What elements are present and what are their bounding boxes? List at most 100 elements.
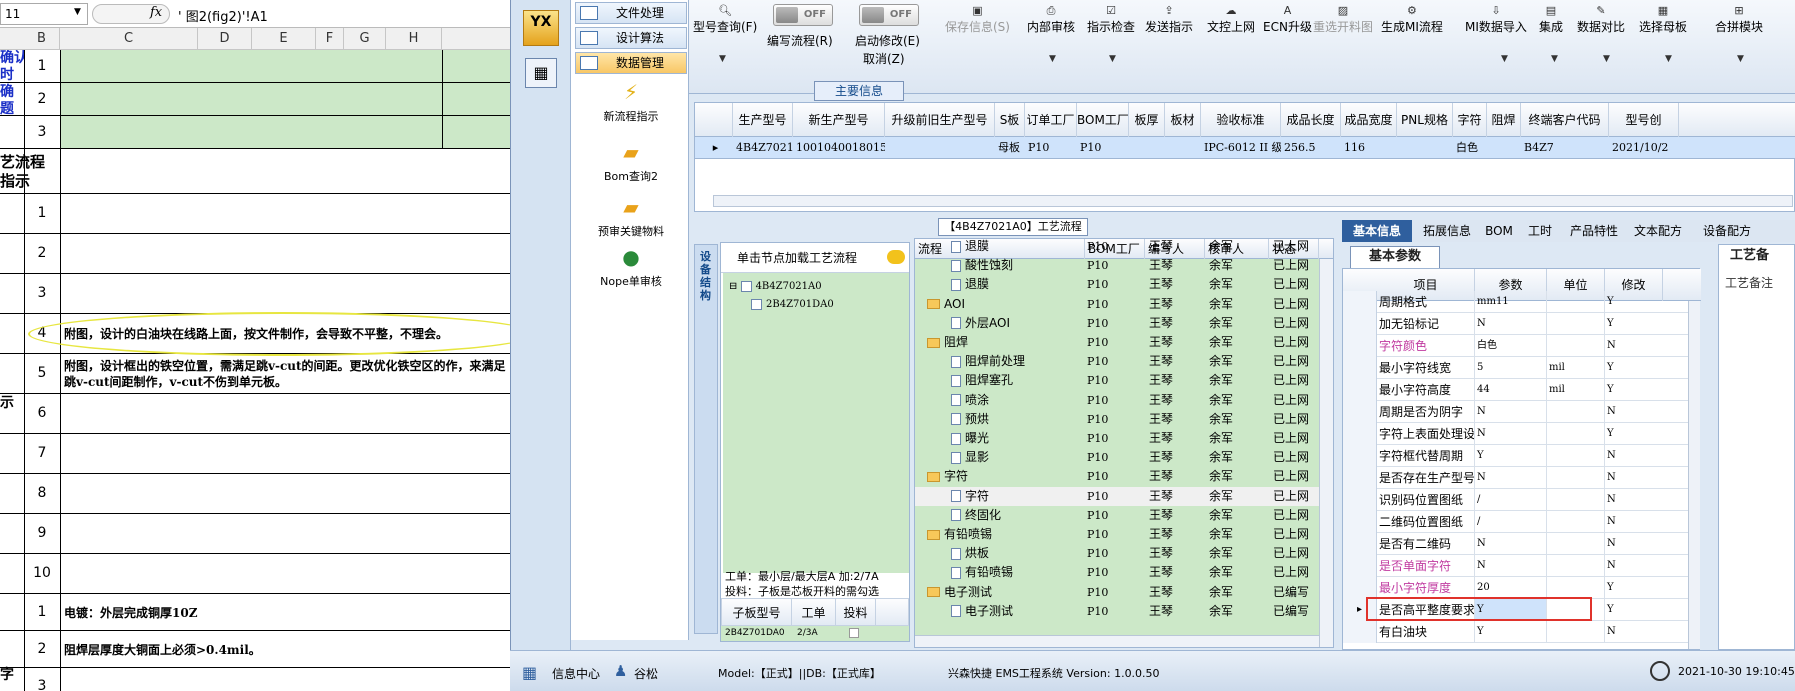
param-value[interactable]: 44 bbox=[1475, 379, 1547, 401]
param-value[interactable]: N bbox=[1475, 401, 1547, 423]
column-header[interactable]: 终端客户代码 bbox=[1521, 103, 1609, 137]
param-value[interactable]: 白色 bbox=[1475, 335, 1547, 357]
tab-5[interactable]: 文本配方 bbox=[1626, 220, 1690, 242]
column-header[interactable]: 新生产型号 bbox=[793, 103, 885, 137]
column-header[interactable]: 成品长度 bbox=[1281, 103, 1341, 137]
grid-cell[interactable]: P10 bbox=[1077, 137, 1129, 159]
reselect-cut-button[interactable]: ▨ 重选开料图 bbox=[1313, 4, 1373, 35]
param-modify[interactable]: Y bbox=[1605, 379, 1663, 401]
quick-nope-review[interactable]: ● Nope单审核 bbox=[581, 245, 681, 289]
param-modify[interactable]: N bbox=[1605, 335, 1663, 357]
cancel-button[interactable]: 取消(Z) bbox=[863, 50, 905, 67]
param-modify[interactable]: Y bbox=[1605, 577, 1663, 599]
param-modify[interactable]: N bbox=[1605, 445, 1663, 467]
param-row[interactable]: 最小字符线宽 5 mil Y bbox=[1343, 357, 1688, 379]
param-row[interactable]: 二维码位置图纸 / N bbox=[1343, 511, 1688, 533]
column-header[interactable]: G bbox=[344, 28, 386, 50]
merge-module-button[interactable]: ⊞ 合拼模块 bbox=[1715, 4, 1763, 35]
process-row[interactable]: 烘板 P10 王琴 余军 已上网 bbox=[915, 544, 1319, 563]
internal-review-button[interactable]: ⎙ 内部审核 bbox=[1027, 4, 1075, 35]
formula-input[interactable]: ' 图2(fig2)'!A1 bbox=[178, 6, 268, 25]
chevron-down-icon[interactable]: ▼ bbox=[1737, 54, 1744, 64]
column-header[interactable]: 板材 bbox=[1165, 103, 1201, 137]
process-row[interactable]: 曝光 P10 王琴 余军 已上网 bbox=[915, 429, 1319, 448]
grid-cell[interactable]: P10 bbox=[1025, 137, 1077, 159]
process-row[interactable]: 电子测试 P10 王琴 余军 已编写 bbox=[915, 583, 1319, 602]
grid-cell[interactable]: IPC-6012 II 级 bbox=[1201, 137, 1281, 159]
process-row[interactable]: 外层AOI P10 王琴 余军 已上网 bbox=[915, 314, 1319, 333]
process-row[interactable]: 字符 P10 王琴 余军 已上网 bbox=[915, 467, 1319, 486]
column-header[interactable]: 板厚 bbox=[1129, 103, 1165, 137]
column-header[interactable]: 生产型号 bbox=[733, 103, 793, 137]
process-row[interactable]: 阻焊塞孔 P10 王琴 余军 已上网 bbox=[915, 371, 1319, 390]
column-header[interactable]: 升级前旧生产型号 bbox=[885, 103, 995, 137]
param-value[interactable]: N bbox=[1475, 313, 1547, 335]
process-row[interactable]: 电子测试 P10 王琴 余军 已编写 bbox=[915, 602, 1319, 621]
grid-cell[interactable] bbox=[1129, 137, 1165, 159]
vertical-scrollbar[interactable] bbox=[1688, 301, 1700, 649]
grid-cell[interactable]: B4Z7 bbox=[1521, 137, 1609, 159]
tab-2[interactable]: BOM bbox=[1482, 220, 1516, 242]
column-header[interactable]: C bbox=[60, 28, 198, 50]
process-row[interactable]: 预烘 P10 王琴 余军 已上网 bbox=[915, 410, 1319, 429]
column-header[interactable]: B bbox=[24, 28, 60, 50]
instruction-check-button[interactable]: ☑ 指示检查 bbox=[1087, 4, 1135, 35]
process-row[interactable]: 退膜 P10 王琴 余军 已上网 bbox=[915, 239, 1319, 256]
param-value[interactable]: Y bbox=[1475, 445, 1547, 467]
column-header[interactable]: E bbox=[252, 28, 316, 50]
grid-cell[interactable]: 2021/10/2 bbox=[1609, 137, 1679, 159]
param-row[interactable]: 是否存在生产型号 N N bbox=[1343, 467, 1688, 489]
chevron-down-icon[interactable]: ▼ bbox=[1501, 54, 1508, 64]
param-row[interactable]: 字符上表面处理设计N Y bbox=[1343, 423, 1688, 445]
column-header[interactable]: S板 bbox=[995, 103, 1025, 137]
param-row[interactable]: 字符颜色 白色 N bbox=[1343, 335, 1688, 357]
process-row[interactable]: 退膜 P10 王琴 余军 已上网 bbox=[915, 275, 1319, 294]
vertical-scrollbar[interactable] bbox=[1319, 259, 1333, 647]
column-header[interactable]: H bbox=[386, 28, 442, 50]
chevron-down-icon[interactable]: ▼ bbox=[1665, 54, 1672, 64]
param-value[interactable]: 20 bbox=[1475, 577, 1547, 599]
process-row[interactable]: 阻焊前处理 P10 王琴 余军 已上网 bbox=[915, 352, 1319, 371]
param-modify[interactable]: N bbox=[1605, 621, 1663, 643]
process-row[interactable]: 有铅喷锡 P10 王琴 余军 已上网 bbox=[915, 525, 1319, 544]
grid-cell[interactable]: 白色 bbox=[1453, 137, 1487, 159]
chevron-down-icon[interactable]: ▼ bbox=[719, 54, 726, 64]
process-row[interactable]: 显影 P10 王琴 余军 已上网 bbox=[915, 448, 1319, 467]
param-row[interactable]: 字符框代替周期 Y N bbox=[1343, 445, 1688, 467]
edit-flow-toggle[interactable]: OFF bbox=[773, 4, 833, 26]
equipment-structure-tab[interactable] bbox=[694, 244, 718, 634]
process-row[interactable]: 字符 P10 王琴 余军 已上网 bbox=[915, 486, 1319, 506]
param-modify[interactable]: Y bbox=[1605, 599, 1663, 621]
param-modify[interactable]: N bbox=[1605, 401, 1663, 423]
param-row[interactable]: 有白油块 Y N bbox=[1343, 621, 1688, 643]
param-value[interactable]: N bbox=[1475, 423, 1547, 445]
process-row[interactable]: AOI P10 王琴 余军 已上网 bbox=[915, 295, 1319, 314]
column-header[interactable]: BOM工厂 bbox=[1077, 103, 1129, 137]
ecn-upgrade-button[interactable]: A ECN升级 bbox=[1263, 4, 1312, 35]
generate-mi-button[interactable]: ⚙ 生成MI流程 bbox=[1381, 4, 1443, 35]
integrate-button[interactable]: ▤ 集成 bbox=[1539, 4, 1563, 35]
select-mother-button[interactable]: ▦ 选择母板 bbox=[1639, 4, 1687, 35]
chevron-down-icon[interactable]: ▼ bbox=[1603, 54, 1610, 64]
grid-cell[interactable] bbox=[885, 137, 995, 159]
calculator-icon[interactable]: ▦ bbox=[525, 58, 557, 88]
tab-1[interactable]: 拓展信息 bbox=[1414, 220, 1480, 242]
column-header[interactable]: 订单工厂 bbox=[1025, 103, 1077, 137]
tab-0[interactable]: 基本信息 bbox=[1342, 220, 1412, 242]
fx-icon[interactable]: fx bbox=[150, 5, 162, 20]
start-modify-toggle[interactable]: OFF bbox=[859, 4, 919, 26]
column-header[interactable]: D bbox=[198, 28, 252, 50]
horizontal-scrollbar[interactable] bbox=[915, 635, 1319, 647]
chevron-down-icon[interactable]: ▼ bbox=[1551, 54, 1558, 64]
grid-cell[interactable]: 10010400180155 bbox=[793, 137, 885, 159]
param-row[interactable]: 加无铅标记 N Y bbox=[1343, 313, 1688, 335]
tab-3[interactable]: 工时 bbox=[1518, 220, 1562, 242]
param-value[interactable]: 5 bbox=[1475, 357, 1547, 379]
menu-design-algorithm[interactable]: 设计算法 bbox=[575, 27, 687, 49]
param-row[interactable]: 识别码位置图纸 / N bbox=[1343, 489, 1688, 511]
param-row[interactable]: 最小字符厚度 20 Y bbox=[1343, 577, 1688, 599]
param-row[interactable]: 周期是否为阴字 N N bbox=[1343, 401, 1688, 423]
param-value[interactable]: Y bbox=[1475, 621, 1547, 643]
param-row[interactable]: 是否单面字符 N N bbox=[1343, 555, 1688, 577]
process-row[interactable]: 阻焊 P10 王琴 余军 已上网 bbox=[915, 333, 1319, 352]
